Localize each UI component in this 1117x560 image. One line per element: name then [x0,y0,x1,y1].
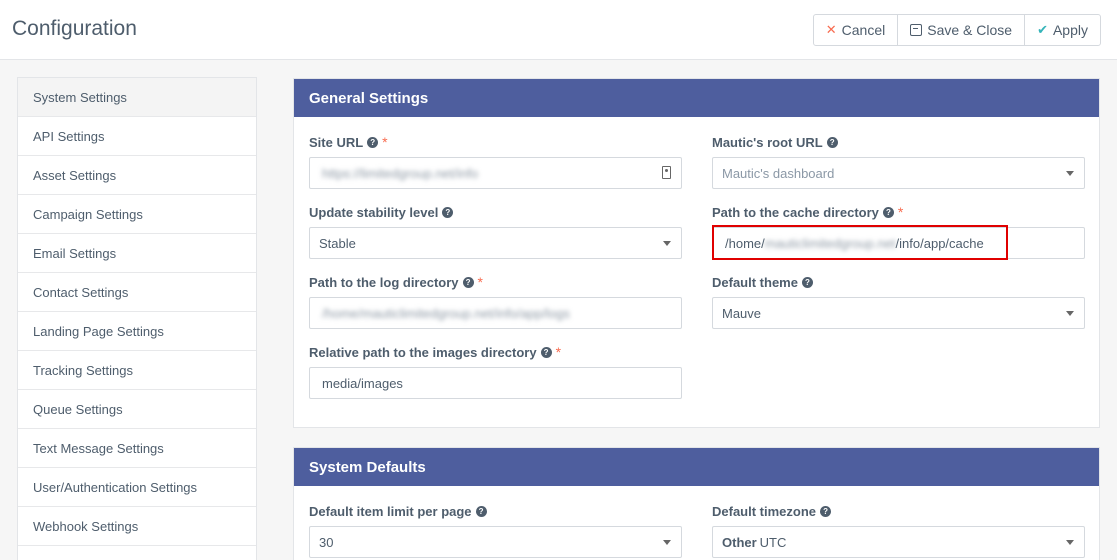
save-icon [910,24,923,36]
stability-level-select[interactable]: Stable [309,227,682,259]
site-url-field: Site URL ? * https://limitedgroup.net/in… [309,133,682,189]
cache-path-suffix: /info/app/cache [895,235,984,251]
chevron-down-icon [663,540,671,545]
log-path-value: /home/mauticlimitedgroup.net/info/app/lo… [322,305,570,321]
help-icon[interactable]: ? [801,276,813,288]
field-label: Relative path to the images directory [309,344,537,360]
log-path-input[interactable]: /home/mauticlimitedgroup.net/info/app/lo… [309,297,682,329]
site-url-input[interactable]: https://limitedgroup.net/info [309,157,682,189]
sidebar-item-asset-settings[interactable]: Asset Settings [18,156,256,195]
timezone-field: Default timezone ? Other UTC [712,502,1085,558]
default-theme-select[interactable]: Mauve [712,297,1085,329]
timezone-value: UTC [759,534,787,550]
root-url-select[interactable]: Mautic's dashboard [712,157,1085,189]
item-limit-select[interactable]: 30 [309,526,682,558]
field-label: Site URL [309,134,364,150]
default-theme-field: Default theme ? Mauve [712,273,1085,329]
chevron-down-icon [663,241,671,246]
sidebar-item-contact-settings[interactable]: Contact Settings [18,273,256,312]
help-icon[interactable]: ? [820,505,832,517]
item-limit-field: Default item limit per page ? 30 [309,502,682,558]
images-path-input[interactable]: media/images [309,367,682,399]
panel-title: System Defaults [294,448,1099,486]
cancel-button[interactable]: ✕ Cancel [814,15,899,45]
timezone-group: Other [722,534,757,550]
stability-level-field: Update stability level ? Stable [309,203,682,259]
required-marker: * [897,204,904,220]
required-marker: * [555,344,562,360]
field-label: Default timezone [712,503,817,519]
sidebar-item-landing-page-settings[interactable]: Landing Page Settings [18,312,256,351]
sidebar-item-webhook-settings[interactable]: Webhook Settings [18,507,256,546]
general-settings-panel: General Settings Site URL ? * https://li… [293,78,1100,428]
chevron-down-icon [1066,311,1074,316]
cache-path-input[interactable]: /home/ mauticlimitedgroup.net /info/app/… [712,227,1085,259]
field-label: Path to the cache directory [712,204,879,220]
apply-button[interactable]: ✔ Apply [1025,15,1100,45]
panel-title: General Settings [294,79,1099,117]
cache-path-masked: mauticlimitedgroup.net [764,235,896,251]
images-path-value: media/images [322,375,403,391]
close-icon: ✕ [825,22,837,37]
field-label: Mautic's root URL [712,134,823,150]
field-label: Update stability level [309,204,439,220]
save-close-button-label: Save & Close [927,22,1013,38]
sidebar-item-api-settings[interactable]: API Settings [18,117,256,156]
help-icon[interactable]: ? [882,206,894,218]
item-limit-value: 30 [319,534,334,550]
help-icon[interactable]: ? [826,136,838,148]
sidebar-item-text-message-settings[interactable]: Text Message Settings [18,429,256,468]
toolbar: ✕ Cancel Save & Close ✔ Apply [812,14,1101,46]
chevron-down-icon [1066,540,1074,545]
help-icon[interactable]: ? [540,346,552,358]
apply-button-label: Apply [1052,22,1088,38]
site-url-value: https://limitedgroup.net/info [322,165,479,181]
help-icon[interactable]: ? [367,136,379,148]
required-marker: * [382,134,388,150]
save-close-button[interactable]: Save & Close [898,15,1026,45]
sidebar-item-email-settings[interactable]: Email Settings [18,234,256,273]
settings-sidebar: System Settings API Settings Asset Setti… [17,77,257,560]
page-title: Configuration [12,17,137,40]
sidebar-item-campaign-settings[interactable]: Campaign Settings [18,195,256,234]
cache-path-prefix: /home/ [725,235,765,251]
log-path-field: Path to the log directory ? * /home/maut… [309,273,682,329]
required-marker: * [477,274,483,290]
sidebar-item-tracking-settings[interactable]: Tracking Settings [18,351,256,390]
help-icon[interactable]: ? [475,505,487,517]
sidebar-item-system-settings[interactable]: System Settings [18,78,256,117]
sidebar-item-queue-settings[interactable]: Queue Settings [18,390,256,429]
chevron-down-icon [1066,171,1074,176]
contact-card-icon[interactable] [662,166,671,179]
root-url-field: Mautic's root URL ? Mautic's dashboard [712,133,1085,189]
images-path-field: Relative path to the images directory ? … [309,343,682,399]
stability-level-value: Stable [319,235,356,251]
help-icon[interactable]: ? [462,276,474,288]
system-defaults-panel: System Defaults Default item limit per p… [293,447,1100,560]
sidebar-item-more[interactable] [18,546,256,560]
cancel-button-label: Cancel [841,22,886,38]
help-icon[interactable]: ? [442,206,454,218]
field-label: Default item limit per page [309,503,472,519]
top-bar: Configuration ✕ Cancel Save & Close ✔ Ap… [0,0,1117,60]
field-label: Default theme [712,274,798,290]
root-url-placeholder: Mautic's dashboard [722,165,835,181]
sidebar-item-user-authentication-settings[interactable]: User/Authentication Settings [18,468,256,507]
field-label: Path to the log directory [309,274,459,290]
check-icon: ✔ [1037,22,1048,37]
default-theme-value: Mauve [722,305,762,321]
timezone-select[interactable]: Other UTC [712,526,1085,558]
cache-path-field: Path to the cache directory ? * /home/ m… [712,203,1085,259]
